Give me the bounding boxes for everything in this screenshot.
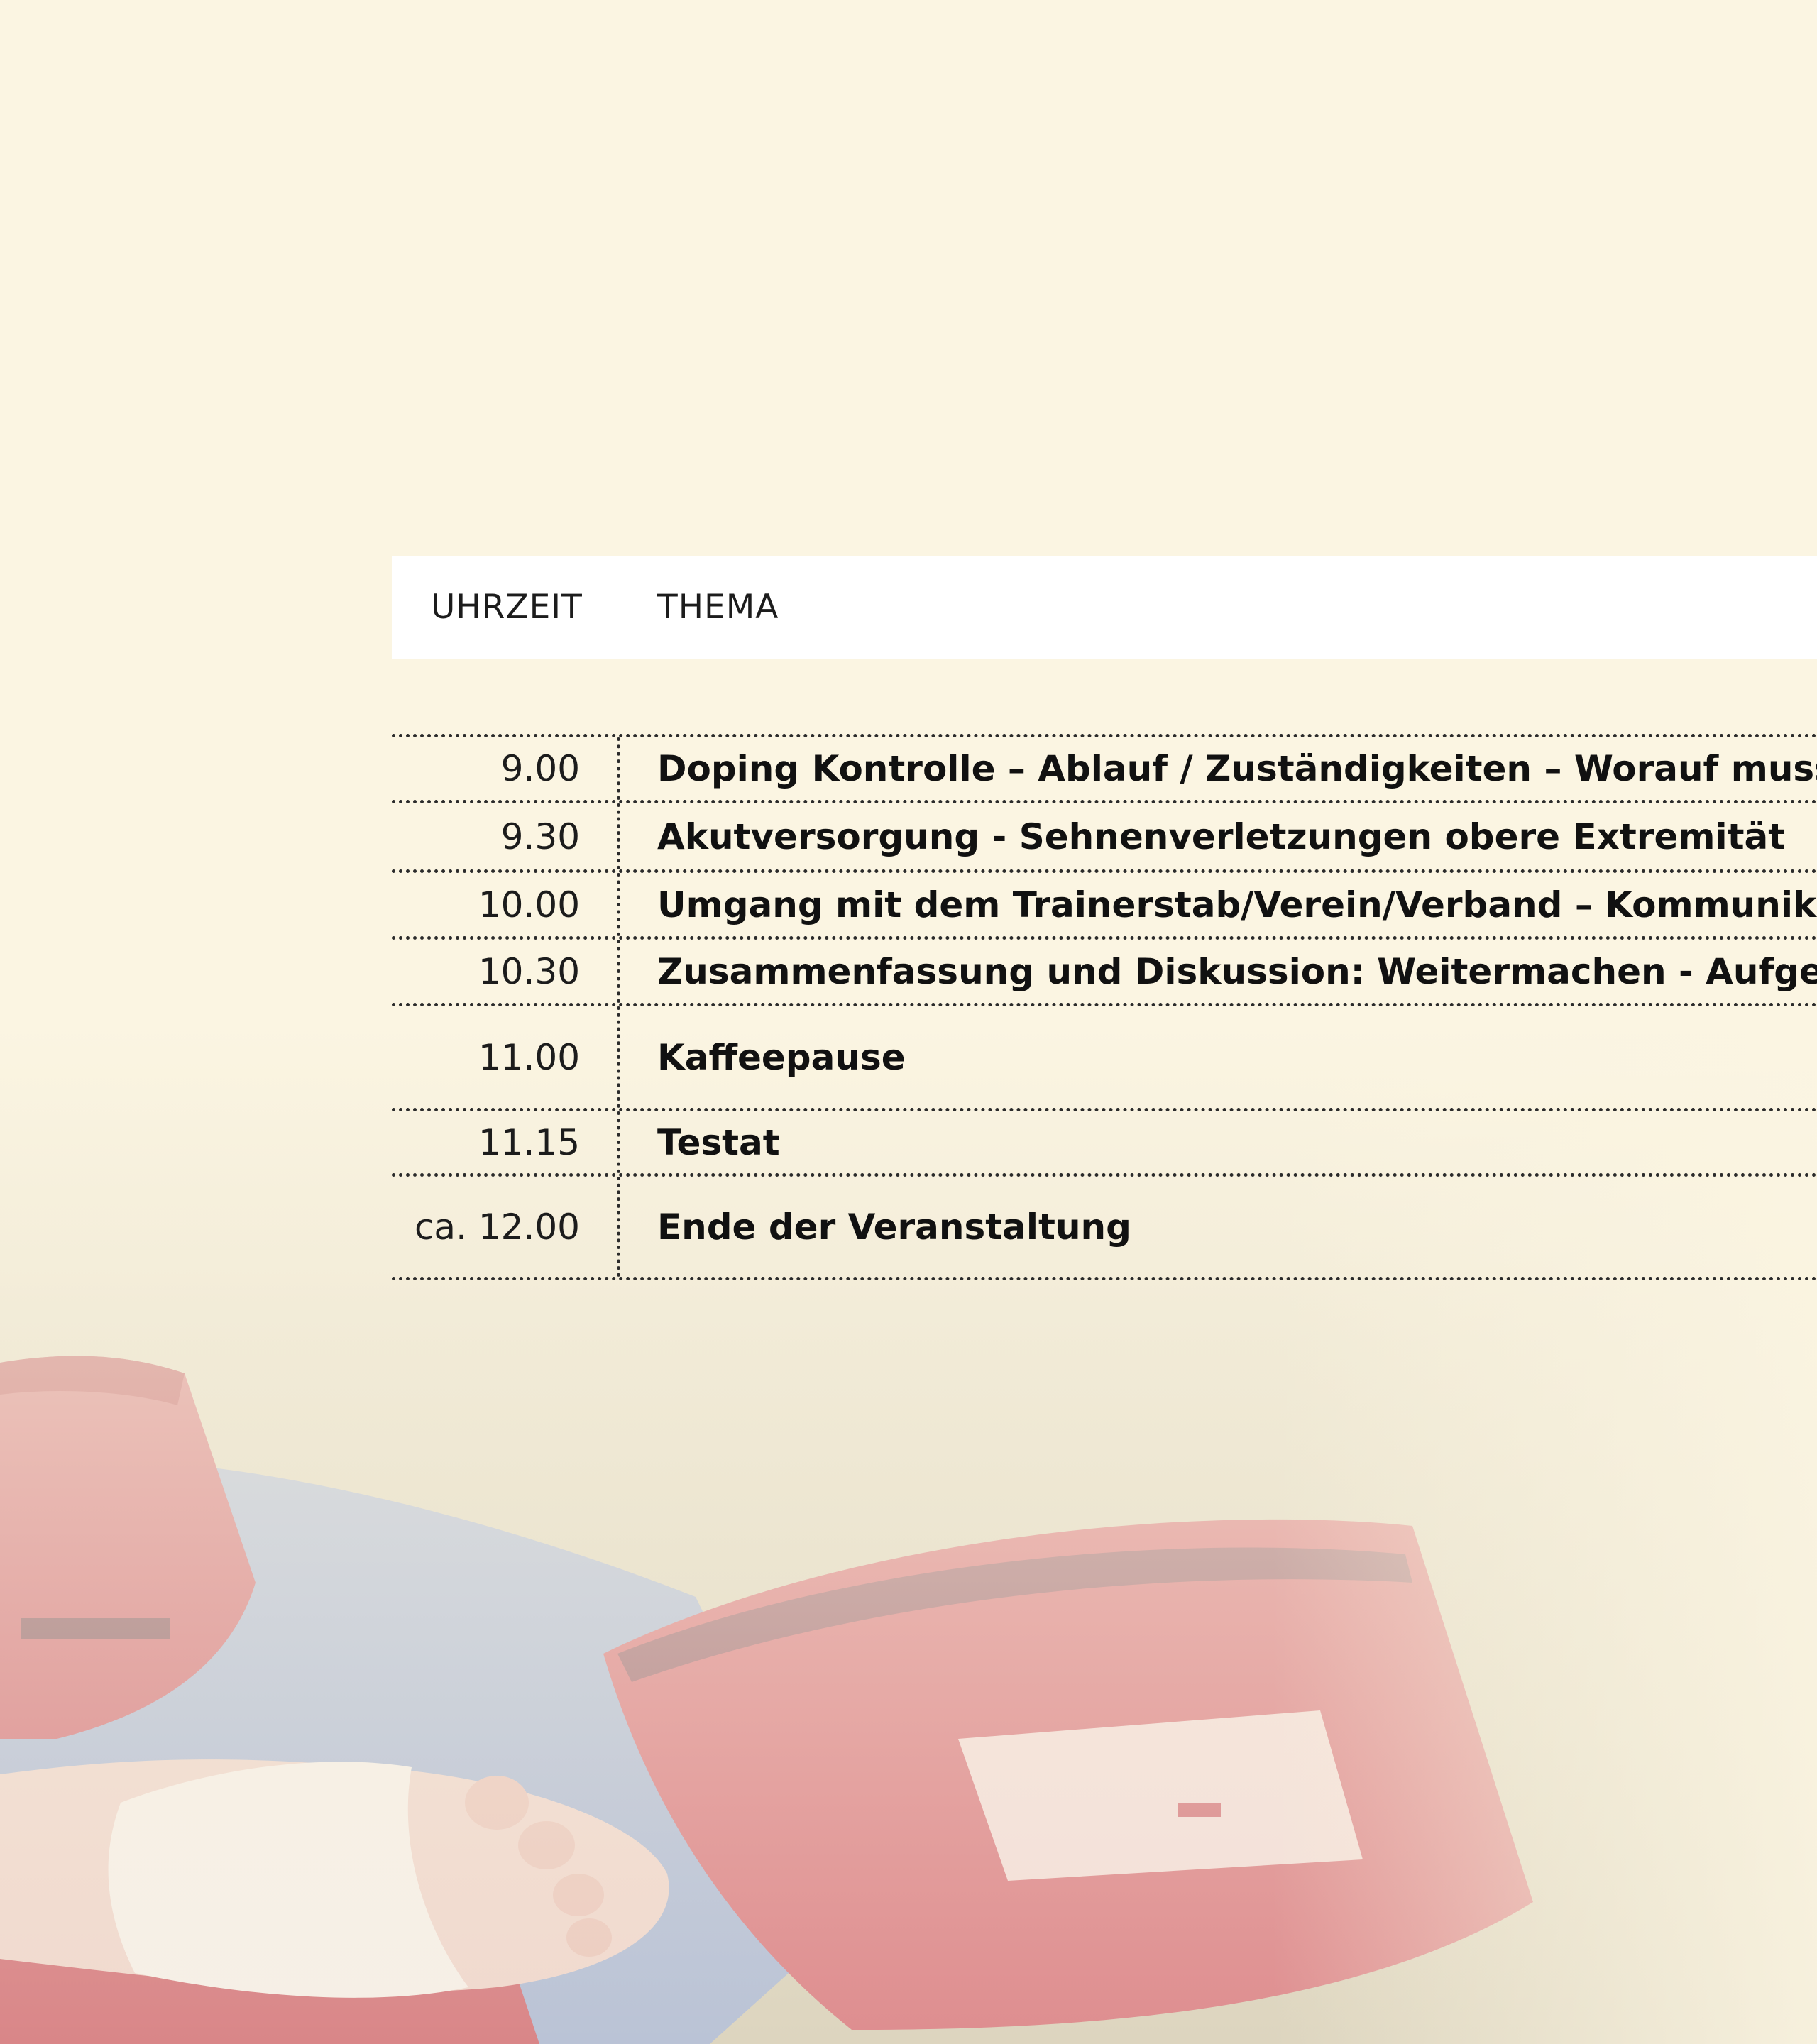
column-header-topic: THEMA bbox=[657, 588, 779, 627]
column-divider bbox=[617, 1006, 620, 1108]
row-topic: Kaffeepause bbox=[657, 1036, 906, 1078]
row-topic: Akutversorgung - Sehnenverletzungen ober… bbox=[657, 815, 1786, 857]
page: UHRZEIT THEMA 9.00 Doping Kontrolle – Ab… bbox=[0, 0, 1817, 2044]
column-divider bbox=[617, 873, 620, 936]
column-divider bbox=[617, 803, 620, 869]
table-row: 11.00 Kaffeepause bbox=[392, 1003, 1817, 1108]
column-divider bbox=[617, 1111, 620, 1173]
table-row: ca. 12.00 Ende der Veranstaltung bbox=[392, 1173, 1817, 1280]
row-time: 9.30 bbox=[500, 815, 580, 857]
row-topic: Zusammenfassung und Diskussion: Weiterma… bbox=[657, 950, 1817, 992]
column-divider bbox=[617, 1177, 620, 1277]
row-topic: Ende der Veranstaltung bbox=[657, 1206, 1131, 1248]
row-time: 9.00 bbox=[500, 748, 580, 789]
table-row: 9.30 Akutversorgung - Sehnenverletzungen… bbox=[392, 800, 1817, 869]
table-header: UHRZEIT THEMA bbox=[392, 556, 1817, 659]
row-topic: Umgang mit dem Trainerstab/Verein/Verban… bbox=[657, 884, 1817, 925]
row-time: ca. 12.00 bbox=[414, 1206, 580, 1248]
schedule-table: 9.00 Doping Kontrolle – Ablauf / Zuständ… bbox=[392, 734, 1817, 1280]
column-header-time: UHRZEIT bbox=[431, 588, 583, 627]
table-row: 9.00 Doping Kontrolle – Ablauf / Zuständ… bbox=[392, 734, 1817, 800]
row-topic: Testat bbox=[657, 1121, 780, 1163]
table-row: 10.30 Zusammenfassung und Diskussion: We… bbox=[392, 936, 1817, 1003]
table-row: 11.15 Testat bbox=[392, 1108, 1817, 1173]
row-time: 10.30 bbox=[478, 950, 580, 992]
column-divider bbox=[617, 940, 620, 1003]
table-row: 10.00 Umgang mit dem Trainerstab/Verein/… bbox=[392, 869, 1817, 936]
row-time: 10.00 bbox=[478, 884, 580, 925]
column-divider bbox=[617, 737, 620, 800]
row-topic: Doping Kontrolle – Ablauf / Zuständigkei… bbox=[657, 748, 1817, 789]
row-time: 11.15 bbox=[478, 1121, 580, 1163]
row-time: 11.00 bbox=[478, 1036, 580, 1078]
